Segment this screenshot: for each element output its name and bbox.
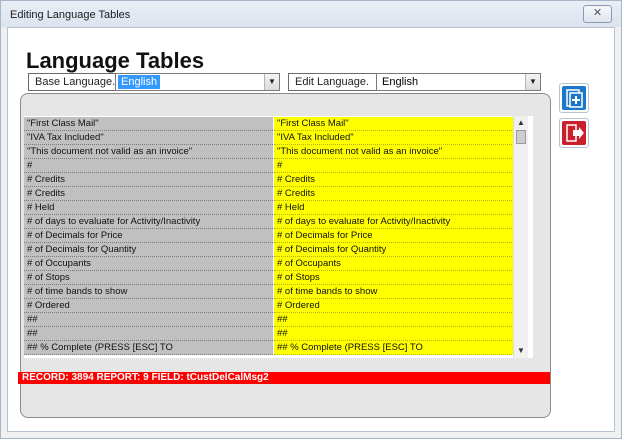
close-button[interactable]: ✕ [583,5,612,23]
table-row[interactable]: "First Class Mail" "First Class Mail" [24,117,533,131]
edit-text-cell[interactable]: ## [274,313,524,327]
table-row[interactable]: ## ## [24,313,533,327]
base-text-cell[interactable]: ## [24,313,273,327]
table-row[interactable]: # of time bands to show # of time bands … [24,285,533,299]
edit-text-cell[interactable]: ## % Complete (PRESS [ESC] TO [274,341,524,355]
chevron-down-icon[interactable]: ▼ [264,74,279,90]
table-row[interactable]: # of Decimals for Quantity # of Decimals… [24,243,533,257]
edit-text-cell[interactable]: ## [274,327,524,341]
window-title: Editing Language Tables [10,9,131,21]
editing-window: Editing Language Tables ✕ Language Table… [0,0,622,439]
base-text-cell[interactable]: "This document not valid as an invoice" [24,145,273,159]
edit-language-value: English [382,76,419,88]
page-title: Language Tables [26,48,205,73]
chevron-down-icon[interactable]: ▼ [525,74,540,90]
base-text-cell[interactable]: # Credits [24,187,273,201]
edit-text-cell[interactable]: # of time bands to show [274,285,524,299]
scroll-down-icon[interactable]: ▼ [514,344,528,358]
base-text-cell[interactable]: # Credits [24,173,273,187]
scroll-thumb[interactable] [516,130,526,144]
base-text-cell[interactable]: # of days to evaluate for Activity/Inact… [24,215,273,229]
close-icon: ✕ [592,7,603,19]
base-text-cell[interactable]: # of Occupants [24,257,273,271]
base-text-cell[interactable]: "IVA Tax Included" [24,131,273,145]
table-row[interactable]: # Held # Held [24,201,533,215]
base-text-cell[interactable]: # of Decimals for Quantity [24,243,273,257]
exit-icon [562,121,586,145]
edit-language-select[interactable]: English ▼ [376,73,541,91]
table-row[interactable]: # # [24,159,533,173]
edit-text-cell[interactable]: # of Occupants [274,257,524,271]
exit-button[interactable] [559,118,589,148]
base-language-value: English [118,75,161,89]
table-row[interactable]: # Credits # Credits [24,173,533,187]
table-row[interactable]: # Ordered # Ordered [24,299,533,313]
base-text-cell[interactable]: ## % Complete (PRESS [ESC] TO [24,341,273,355]
edit-text-cell[interactable]: # [274,159,524,173]
edit-text-cell[interactable]: "First Class Mail" [274,117,524,131]
edit-text-cell[interactable]: # of Decimals for Price [274,229,524,243]
edit-text-cell[interactable]: # of Stops [274,271,524,285]
status-bar: RECORD: 3894 REPORT: 9 FIELD: tCustDelCa… [18,372,550,384]
table-row[interactable]: # Credits # Credits [24,187,533,201]
base-text-cell[interactable]: # of Decimals for Price [24,229,273,243]
edit-text-cell[interactable]: "IVA Tax Included" [274,131,524,145]
table-row[interactable]: ## ## [24,327,533,341]
table-row[interactable]: # of Decimals for Price # of Decimals fo… [24,229,533,243]
translation-grid[interactable]: "First Class Mail" "First Class Mail" "I… [24,116,533,358]
add-button[interactable] [559,83,589,113]
add-icon [562,86,586,110]
edit-text-cell[interactable]: # Held [274,201,524,215]
vertical-scrollbar[interactable]: ▲ ▼ [513,116,528,358]
base-text-cell[interactable]: # [24,159,273,173]
table-row[interactable]: ## % Complete (PRESS [ESC] TO ## % Compl… [24,341,533,355]
edit-text-cell[interactable]: # of days to evaluate for Activity/Inact… [274,215,524,229]
table-row[interactable]: "This document not valid as an invoice" … [24,145,533,159]
table-row[interactable]: # of days to evaluate for Activity/Inact… [24,215,533,229]
table-row[interactable]: # of Stops # of Stops [24,271,533,285]
base-language-label: Base Language. [28,73,128,91]
base-text-cell[interactable]: "First Class Mail" [24,117,273,131]
edit-text-cell[interactable]: # Ordered [274,299,524,313]
edit-text-cell[interactable]: "This document not valid as an invoice" [274,145,524,159]
scroll-up-icon[interactable]: ▲ [514,116,528,130]
edit-text-cell[interactable]: # Credits [274,187,524,201]
title-bar: Editing Language Tables ✕ [1,1,621,27]
base-language-select[interactable]: English ▼ [115,73,280,91]
edit-text-cell[interactable]: # of Decimals for Quantity [274,243,524,257]
table-row[interactable]: # of Occupants # of Occupants [24,257,533,271]
edit-language-label: Edit Language. [288,73,380,91]
table-row[interactable]: "IVA Tax Included" "IVA Tax Included" [24,131,533,145]
base-text-cell[interactable]: # Held [24,201,273,215]
base-text-cell[interactable]: ## [24,327,273,341]
base-text-cell[interactable]: # of Stops [24,271,273,285]
client-area: Language Tables Base Language. English ▼… [7,27,615,432]
base-text-cell[interactable]: # Ordered [24,299,273,313]
base-text-cell[interactable]: # of time bands to show [24,285,273,299]
edit-text-cell[interactable]: # Credits [274,173,524,187]
